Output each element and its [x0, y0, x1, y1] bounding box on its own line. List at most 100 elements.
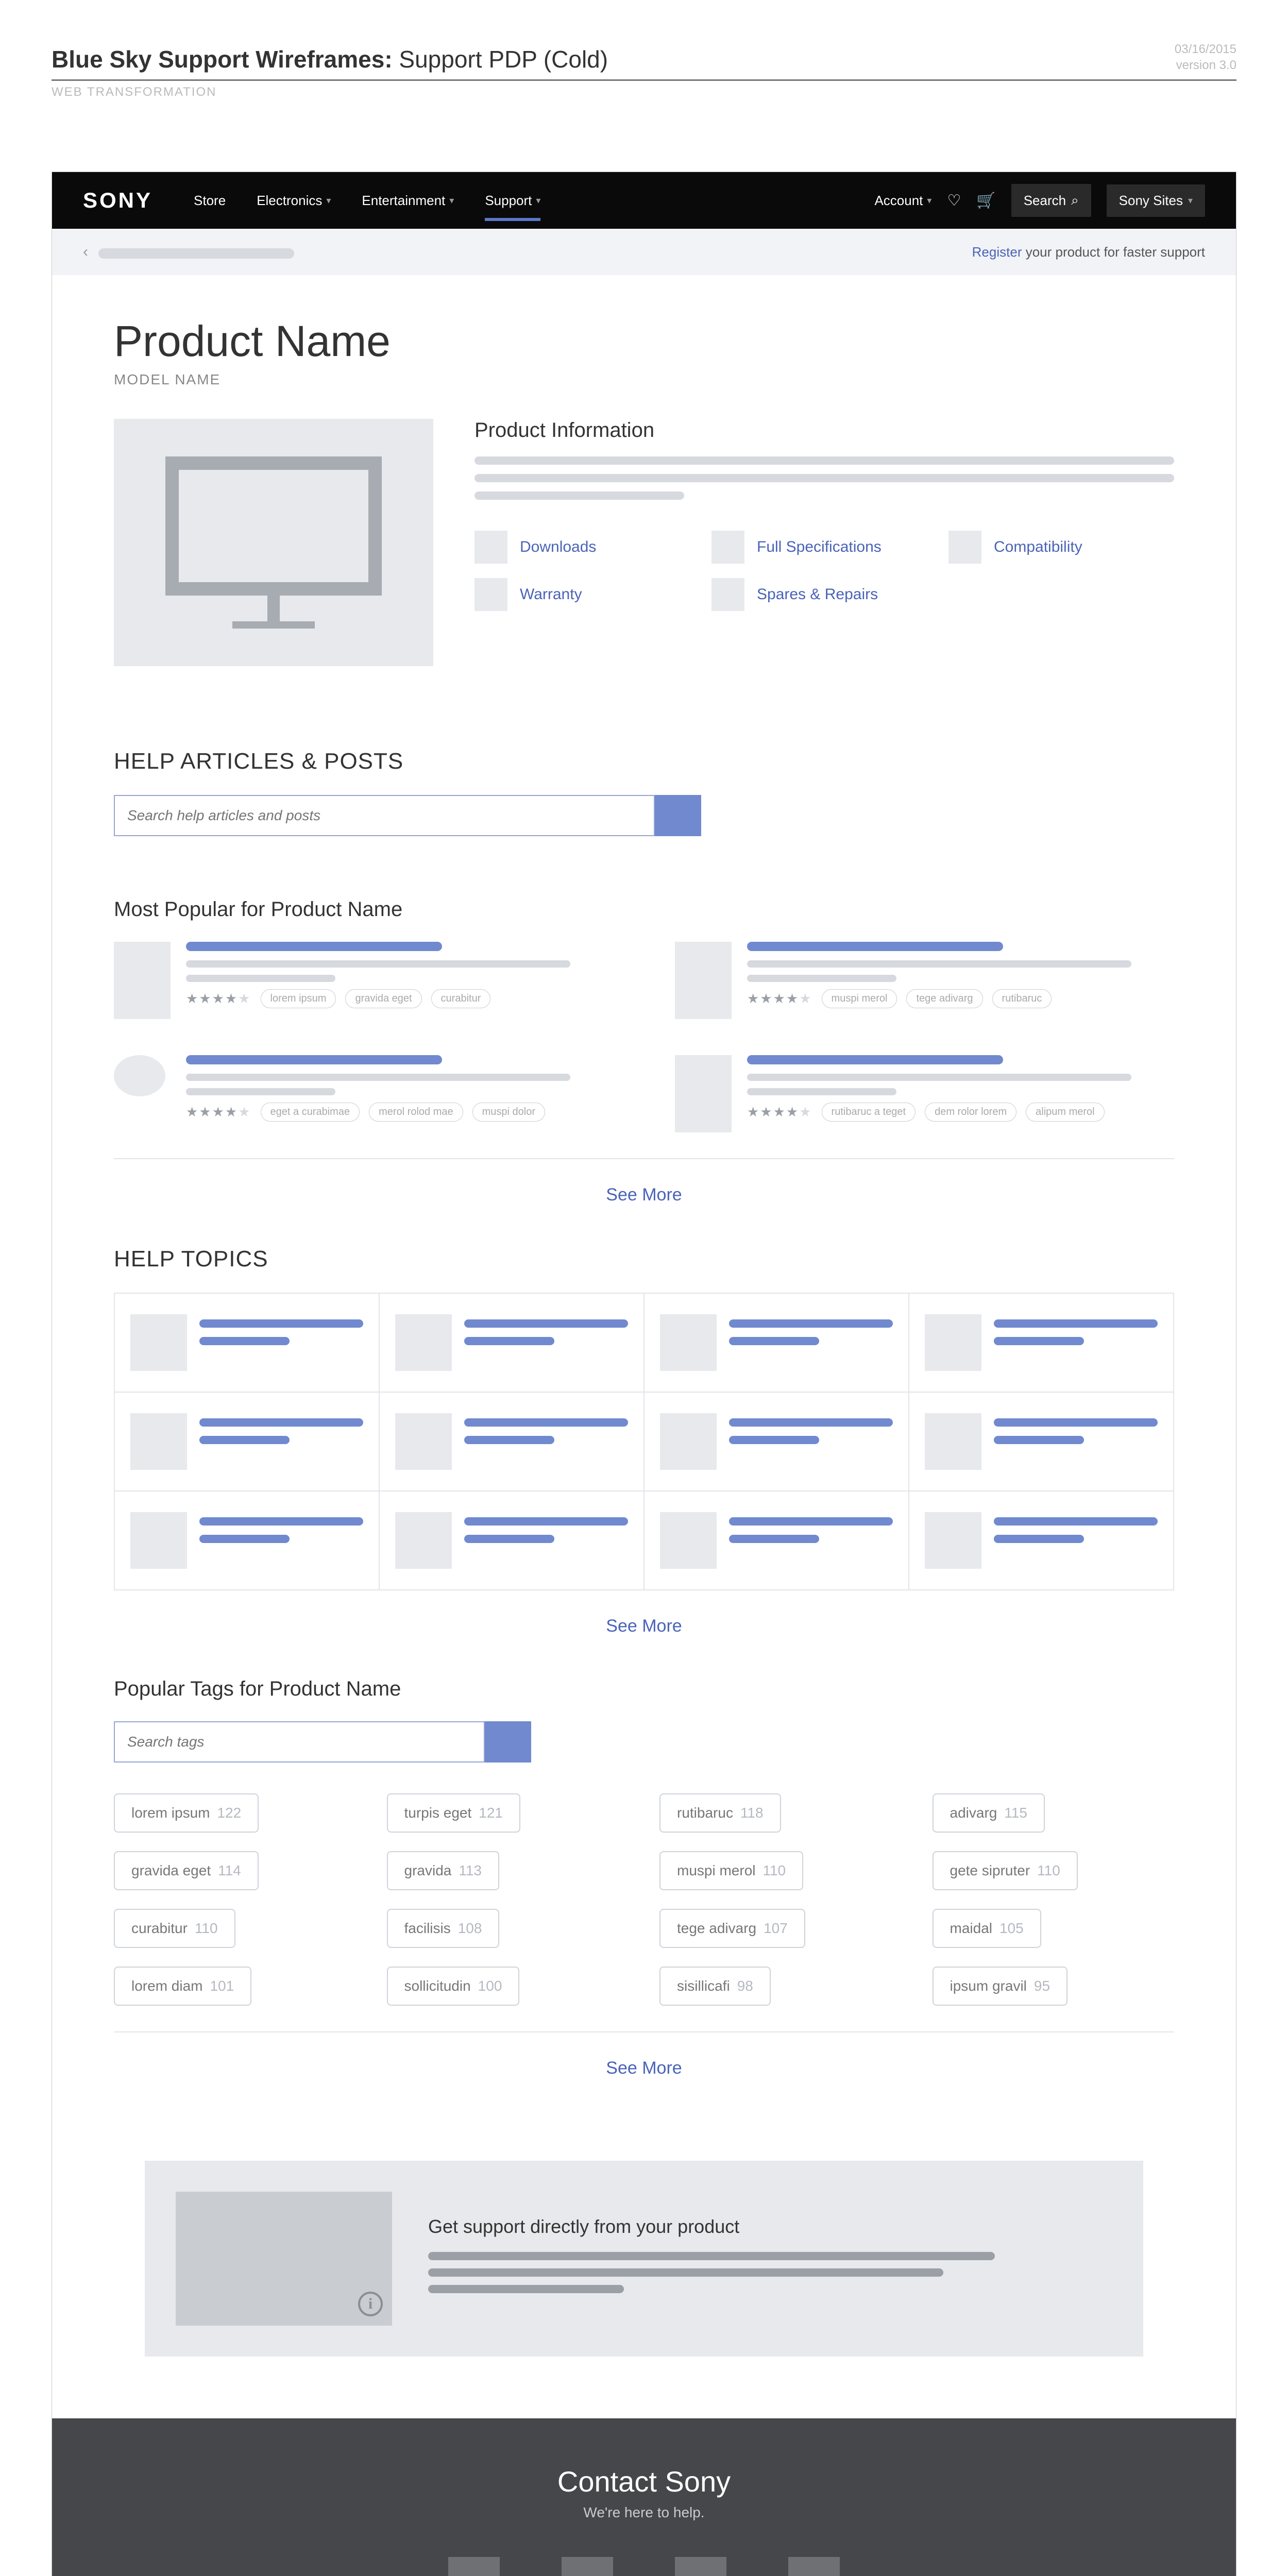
- placeholder-line: [464, 1319, 628, 1328]
- topic-item[interactable]: [380, 1294, 645, 1393]
- icon-placeholder: [711, 578, 744, 611]
- promo-body: Get support directly from your product: [428, 2216, 995, 2301]
- topic-item[interactable]: [645, 1492, 909, 1590]
- tag-item[interactable]: lorem ipsum122: [114, 1793, 259, 1833]
- product-name: Product Name: [114, 316, 1174, 366]
- link-downloads[interactable]: Downloads: [474, 531, 670, 564]
- sony-logo[interactable]: SONY: [83, 188, 152, 213]
- tag-pill[interactable]: gravida eget: [345, 989, 421, 1008]
- cart-icon[interactable]: 🛒: [976, 192, 995, 210]
- placeholder-line: [464, 1436, 554, 1444]
- tag-text: gravida eget: [131, 1862, 211, 1879]
- topic-icon: [130, 1512, 187, 1569]
- nav-account[interactable]: Account▾: [874, 193, 931, 209]
- topic-item[interactable]: [909, 1492, 1174, 1590]
- nav-right: Account▾ ♡ 🛒 Search⌕ Sony Sites▾: [874, 184, 1205, 217]
- topic-item[interactable]: [380, 1492, 645, 1590]
- tag-pill[interactable]: dem rolor lorem: [925, 1103, 1016, 1122]
- tag-item[interactable]: lorem diam101: [114, 1967, 251, 2006]
- nav-support[interactable]: Support▾: [485, 193, 540, 221]
- tag-item[interactable]: maidal105: [933, 1909, 1041, 1948]
- tag-item[interactable]: curabitur110: [114, 1909, 235, 1948]
- tag-pill[interactable]: curabitur: [431, 989, 491, 1008]
- see-more-tags[interactable]: See More: [114, 2048, 1174, 2120]
- article-title-placeholder: [747, 942, 1003, 951]
- topic-lines: [464, 1512, 628, 1552]
- tag-item[interactable]: sisillicafi98: [659, 1967, 771, 2006]
- icon-placeholder: [948, 531, 981, 564]
- help-topics-heading: HELP TOPICS: [114, 1246, 1174, 1272]
- contact-item[interactable]: Email: [562, 2557, 613, 2576]
- tag-item[interactable]: gravida113: [387, 1851, 499, 1890]
- tag-item[interactable]: ipsum gravil95: [933, 1967, 1068, 2006]
- tag-pill[interactable]: alipum merol: [1026, 1103, 1104, 1122]
- promo-image: i: [176, 2192, 392, 2326]
- contact-item[interactable]: Chat: [675, 2557, 726, 2576]
- divider: [114, 1158, 1174, 1159]
- tag-item[interactable]: rutibaruc118: [659, 1793, 781, 1833]
- placeholder-line: [199, 1436, 290, 1444]
- see-more-topics[interactable]: See More: [114, 1606, 1174, 1677]
- document-title: Blue Sky Support Wireframes: Support PDP…: [52, 45, 608, 73]
- article-item[interactable]: ★★★★★ lorem ipsum gravida eget curabitur: [114, 942, 613, 1019]
- nav-electronics[interactable]: Electronics▾: [257, 193, 331, 209]
- topic-item[interactable]: [909, 1393, 1174, 1492]
- topic-item[interactable]: [645, 1294, 909, 1393]
- favorites-icon[interactable]: ♡: [947, 192, 961, 210]
- star-rating: ★★★★★: [186, 991, 251, 1007]
- help-search-go[interactable]: [655, 795, 701, 836]
- tag-text: sisillicafi: [677, 1978, 730, 1994]
- topic-item[interactable]: [380, 1393, 645, 1492]
- help-articles-heading: HELP ARTICLES & POSTS: [114, 749, 1174, 774]
- tag-pill[interactable]: rutibaruc a teget: [822, 1103, 916, 1122]
- help-search-input[interactable]: [114, 795, 655, 836]
- tag-text: gete sipruter: [950, 1862, 1030, 1879]
- search-button[interactable]: Search⌕: [1011, 184, 1091, 217]
- nav-entertainment[interactable]: Entertainment▾: [362, 193, 454, 209]
- placeholder-line: [729, 1418, 893, 1427]
- tag-item[interactable]: sollicitudin100: [387, 1967, 520, 2006]
- tag-item[interactable]: tege adivarg107: [659, 1909, 805, 1948]
- tag-pill[interactable]: eget a curabimae: [261, 1103, 360, 1122]
- tag-text: rutibaruc: [677, 1805, 733, 1821]
- article-item[interactable]: ★★★★★rutibaruc a tegetdem rolor loremali…: [675, 1055, 1174, 1132]
- topic-item[interactable]: [115, 1492, 380, 1590]
- tag-pill[interactable]: lorem ipsum: [261, 989, 336, 1008]
- article-body: ★★★★★muspi meroltege adivargrutibaruc: [747, 942, 1174, 1019]
- tag-count: 114: [218, 1862, 241, 1879]
- topic-item[interactable]: [909, 1294, 1174, 1393]
- tags-search-go[interactable]: [485, 1721, 531, 1762]
- contact-item[interactable]: In-Store: [788, 2557, 840, 2576]
- article-item[interactable]: ★★★★★muspi meroltege adivargrutibaruc: [675, 942, 1174, 1019]
- tag-pill[interactable]: tege adivarg: [906, 989, 982, 1008]
- tag-item[interactable]: turpis eget121: [387, 1793, 520, 1833]
- info-icon[interactable]: i: [358, 2292, 383, 2316]
- link-warranty[interactable]: Warranty: [474, 578, 670, 611]
- tag-count: 110: [195, 1920, 218, 1937]
- tag-pill[interactable]: muspi dolor: [472, 1103, 545, 1122]
- link-specifications[interactable]: Full Specifications: [711, 531, 907, 564]
- article-meta: ★★★★★eget a curabimaemerol rolod maemusp…: [186, 1103, 613, 1122]
- tag-item[interactable]: gravida eget 114: [114, 1851, 259, 1890]
- topic-item[interactable]: [115, 1393, 380, 1492]
- tag-item[interactable]: gete sipruter110: [933, 1851, 1078, 1890]
- topic-item[interactable]: [115, 1294, 380, 1393]
- tags-search-input[interactable]: [114, 1721, 485, 1762]
- breadcrumb-back[interactable]: ‹: [83, 243, 294, 261]
- see-more-articles[interactable]: See More: [114, 1175, 1174, 1246]
- sony-sites-button[interactable]: Sony Sites▾: [1107, 184, 1205, 217]
- article-item[interactable]: ★★★★★eget a curabimaemerol rolod maemusp…: [114, 1055, 613, 1132]
- tag-item[interactable]: adivarg115: [933, 1793, 1045, 1833]
- tag-pill[interactable]: muspi merol: [822, 989, 897, 1008]
- popular-heading: Most Popular for Product Name: [114, 898, 1174, 921]
- contact-item[interactable]: Call: [448, 2557, 500, 2576]
- topic-item[interactable]: [645, 1393, 909, 1492]
- nav-store[interactable]: Store: [194, 193, 226, 209]
- tag-pill[interactable]: rutibaruc: [992, 989, 1052, 1008]
- link-spares[interactable]: Spares & Repairs: [711, 578, 907, 611]
- tag-item[interactable]: facilisis108: [387, 1909, 500, 1948]
- tag-pill[interactable]: merol rolod mae: [369, 1103, 463, 1122]
- link-compatibility[interactable]: Compatibility: [948, 531, 1144, 564]
- register-link[interactable]: Register: [972, 244, 1022, 260]
- tag-item[interactable]: muspi merol110: [659, 1851, 803, 1890]
